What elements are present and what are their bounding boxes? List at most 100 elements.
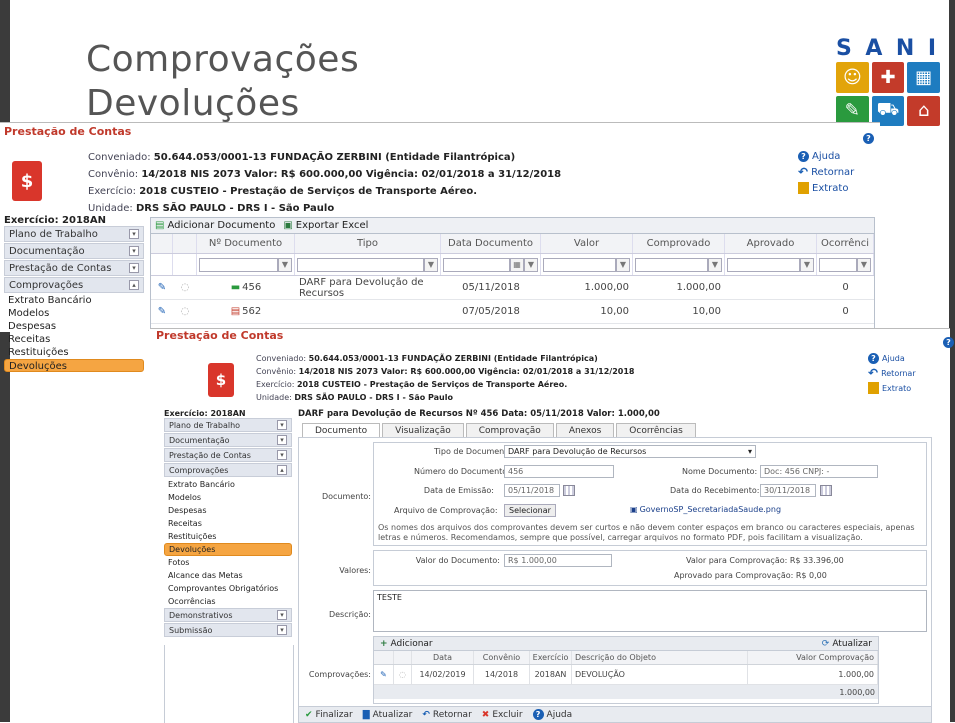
- menu-plano-trabalho[interactable]: Plano de Trabalho ▾: [4, 226, 144, 242]
- col-data[interactable]: Data Documento: [441, 234, 541, 253]
- filter-icon[interactable]: ▼: [800, 257, 814, 272]
- menu-restituicoes[interactable]: Restituições: [4, 346, 144, 359]
- filter-icon[interactable]: ▼: [524, 257, 538, 272]
- table-row[interactable]: ✎ ◌ ▤ 562 07/05/2018 10,00 10,00 0: [151, 300, 874, 324]
- menu-modelos[interactable]: Modelos: [4, 307, 144, 320]
- back-info: Conveniado: 50.644.053/0001-13 FUNDAÇÃO …: [88, 151, 561, 216]
- col-exercicio[interactable]: Exercício: [530, 651, 572, 664]
- menu-extrato-bancario[interactable]: Extrato Bancário: [164, 478, 292, 491]
- menu-despesas[interactable]: Despesas: [4, 320, 144, 333]
- col-convenio[interactable]: Convênio: [474, 651, 530, 664]
- conveniado-label: Conveniado:: [88, 152, 151, 163]
- filter-input[interactable]: [199, 257, 278, 272]
- filter-input[interactable]: [635, 257, 708, 272]
- menu-submissao[interactable]: Submissão ▾: [164, 623, 292, 637]
- filter-input[interactable]: [297, 257, 424, 272]
- col-tipo[interactable]: Tipo: [295, 234, 441, 253]
- col-ocorrencias[interactable]: Ocorrênci: [817, 234, 874, 253]
- menu-devolucoes[interactable]: Devoluções: [164, 543, 292, 556]
- pencil-icon[interactable]: ✎: [374, 665, 394, 684]
- filter-input[interactable]: [819, 257, 857, 272]
- menu-modelos[interactable]: Modelos: [164, 491, 292, 504]
- selecionar-button[interactable]: Selecionar: [504, 504, 556, 517]
- menu-prestacao-contas[interactable]: Prestação de Contas ▾: [4, 260, 144, 276]
- row-ocorrencias: 0: [842, 306, 849, 317]
- export-excel-button[interactable]: ▣ Exportar Excel: [283, 220, 368, 231]
- back-help-icon[interactable]: ?: [863, 133, 874, 144]
- recebimento-input[interactable]: 30/11/2018: [760, 484, 816, 497]
- tab-visualizacao[interactable]: Visualização: [382, 423, 464, 437]
- col-data[interactable]: Data: [412, 651, 474, 664]
- menu-extrato-bancario[interactable]: Extrato Bancário: [4, 294, 144, 307]
- col-numero[interactable]: Nº Documento: [197, 234, 295, 253]
- emissao-input[interactable]: 05/11/2018: [504, 484, 560, 497]
- menu-alcance-metas[interactable]: Alcance das Metas: [164, 569, 292, 582]
- tipo-select[interactable]: DARF para Devolução de Recursos ▾: [504, 445, 756, 458]
- table-row[interactable]: ✎ ◌ ▬ 456 DARF para Devolução de Recursos…: [151, 276, 874, 300]
- add-document-button[interactable]: ▤ Adicionar Documento: [155, 220, 275, 231]
- menu-demonstrativos[interactable]: Demonstrativos ▾: [164, 608, 292, 622]
- ajuda-button[interactable]: ? Ajuda: [532, 709, 572, 720]
- menu-despesas[interactable]: Despesas: [164, 504, 292, 517]
- descricao-textarea[interactable]: TESTE: [373, 590, 927, 632]
- menu-restituicoes[interactable]: Restituições: [164, 530, 292, 543]
- valor-doc-input[interactable]: R$ 1.000,00: [504, 554, 612, 567]
- col-comprovado[interactable]: Comprovado: [633, 234, 725, 253]
- menu-documentacao[interactable]: Documentação ▾: [4, 243, 144, 259]
- calendar-icon[interactable]: [820, 485, 832, 496]
- atualizar-button[interactable]: ▇ Atualizar: [363, 710, 413, 720]
- filter-input[interactable]: [543, 257, 616, 272]
- filter-icon[interactable]: ▼: [616, 257, 630, 272]
- menu-ocorrencias[interactable]: Ocorrências: [164, 595, 292, 608]
- numero-input[interactable]: 456: [504, 465, 614, 478]
- extrato-link[interactable]: Extrato: [798, 182, 854, 194]
- finalizar-button[interactable]: ✔ Finalizar: [305, 710, 353, 720]
- arquivo-link[interactable]: ▣ GovernoSP_SecretariadaSaude.png: [630, 505, 781, 514]
- retornar-link[interactable]: ↶ Retornar: [868, 366, 916, 380]
- menu-comprovacoes[interactable]: Comprovações ▴: [4, 277, 144, 293]
- nome-input[interactable]: Doc: 456 CNPJ: -: [760, 465, 878, 478]
- menu-receitas[interactable]: Receitas: [164, 517, 292, 530]
- menu-plano-trabalho[interactable]: Plano de Trabalho ▾: [164, 418, 292, 432]
- menu-devolucoes[interactable]: Devoluções: [4, 359, 144, 372]
- ajuda-link[interactable]: ? Ajuda: [798, 151, 854, 162]
- table-row[interactable]: ✎ ◌ 14/02/2019 14/2018 2018AN DEVOLUÇÃO …: [374, 665, 878, 685]
- pencil-icon[interactable]: ✎: [151, 300, 173, 323]
- front-help-icon[interactable]: ?: [943, 337, 954, 348]
- col-descricao[interactable]: Descrição do Objeto: [572, 651, 748, 664]
- extrato-link[interactable]: Extrato: [868, 382, 916, 394]
- filter-icon[interactable]: ▼: [278, 257, 292, 272]
- documento-panel: Tipo de Documento: DARF para Devolução d…: [373, 442, 927, 546]
- filter-icon[interactable]: ▼: [424, 257, 438, 272]
- menu-comprovantes-obrigatorios[interactable]: Comprovantes Obrigatórios: [164, 582, 292, 595]
- hospital-icon: ⌂: [907, 95, 940, 126]
- tab-anexos[interactable]: Anexos: [555, 423, 615, 437]
- filter-icon[interactable]: ▼: [857, 257, 871, 272]
- menu-prestacao-contas[interactable]: Prestação de Contas ▾: [164, 448, 292, 462]
- menu-fotos[interactable]: Fotos: [164, 556, 292, 569]
- retornar-button[interactable]: ↶ Retornar: [422, 710, 471, 720]
- col-valor-comprov[interactable]: Valor Comprovação: [748, 651, 878, 664]
- tab-documento[interactable]: Documento: [302, 423, 381, 437]
- adicionar-button[interactable]: + Adicionar: [380, 639, 433, 649]
- menu-documentacao[interactable]: Documentação ▾: [164, 433, 292, 447]
- calendar-icon[interactable]: ▦: [510, 257, 524, 272]
- tab-ocorrencias[interactable]: Ocorrências: [616, 423, 696, 437]
- filter-input[interactable]: [727, 257, 800, 272]
- excluir-button[interactable]: ✖ Excluir: [482, 710, 523, 720]
- tab-comprovacao[interactable]: Comprovação: [465, 423, 554, 437]
- ajuda-link[interactable]: ? Ajuda: [868, 353, 916, 364]
- col-valor[interactable]: Valor: [541, 234, 633, 253]
- pencil-icon[interactable]: ✎: [151, 276, 173, 299]
- retornar-link[interactable]: ↶ Retornar: [798, 165, 854, 179]
- menu-comprovacoes[interactable]: Comprovações ▴: [164, 463, 292, 477]
- arquivo-label: Arquivo de Comprovação:: [394, 506, 498, 515]
- filter-input[interactable]: [443, 257, 510, 272]
- form-footer: ✔ Finalizar ▇ Atualizar ↶ Retornar ✖ Excluir…: [299, 706, 931, 722]
- menu-receitas[interactable]: Receitas: [4, 333, 144, 346]
- atualizar-grid-button[interactable]: ⟳ Atualizar: [822, 639, 872, 649]
- filter-icon[interactable]: ▼: [708, 257, 722, 272]
- calendar-icon[interactable]: [563, 485, 575, 496]
- col-aprovado[interactable]: Aprovado: [725, 234, 817, 253]
- unidade-label: Unidade:: [88, 203, 133, 214]
